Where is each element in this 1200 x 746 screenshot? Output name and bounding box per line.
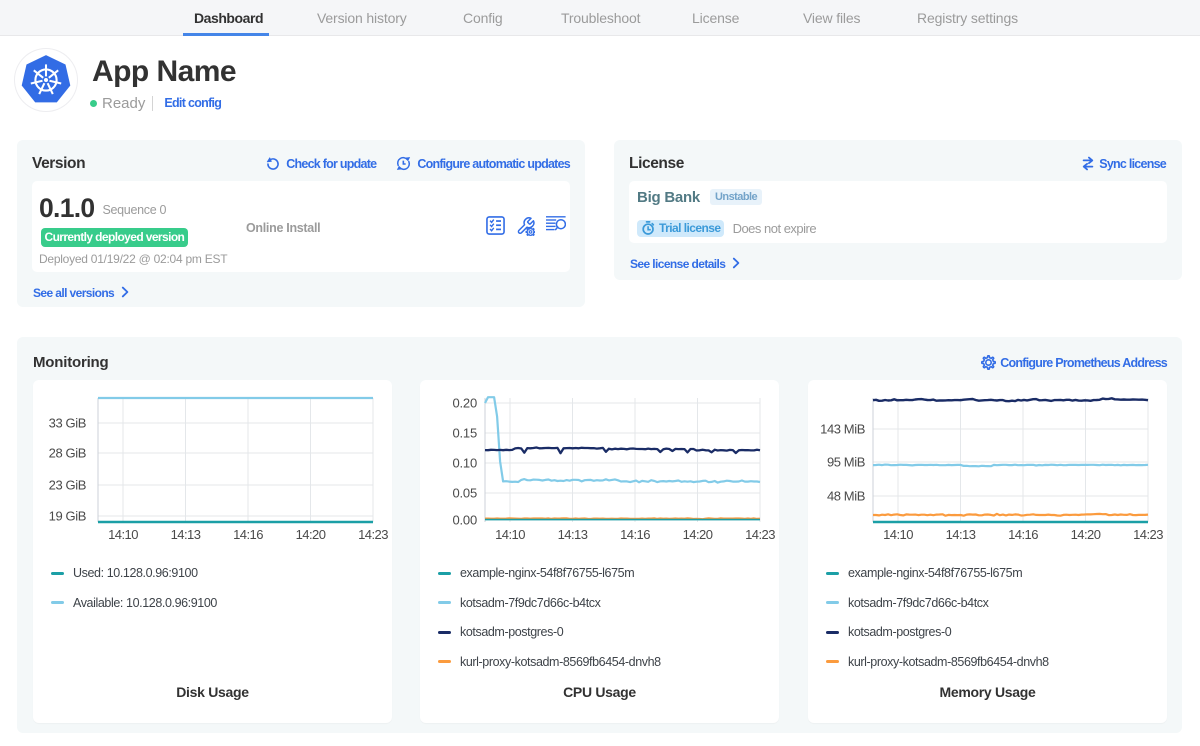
svg-text:33 GiB: 33 GiB [49, 416, 86, 431]
svg-text:143 MiB: 143 MiB [820, 422, 865, 437]
svg-text:28 GiB: 28 GiB [49, 446, 86, 461]
svg-text:48 MiB: 48 MiB [827, 489, 865, 504]
svg-text:14:13: 14:13 [558, 527, 588, 542]
svg-text:14:23: 14:23 [1133, 527, 1163, 542]
svg-text:0.00: 0.00 [452, 513, 477, 528]
svg-text:14:16: 14:16 [620, 527, 650, 542]
svg-text:0.20: 0.20 [452, 396, 477, 411]
svg-text:14:13: 14:13 [946, 527, 976, 542]
svg-text:14:16: 14:16 [233, 527, 263, 542]
svg-text:95 MiB: 95 MiB [827, 455, 865, 470]
svg-text:14:20: 14:20 [1071, 527, 1101, 542]
svg-text:14:13: 14:13 [171, 527, 201, 542]
svg-text:14:23: 14:23 [358, 527, 388, 542]
svg-text:14:10: 14:10 [108, 527, 138, 542]
svg-text:14:20: 14:20 [296, 527, 326, 542]
svg-text:23 GiB: 23 GiB [49, 478, 86, 493]
svg-text:14:16: 14:16 [1008, 527, 1038, 542]
svg-text:0.15: 0.15 [452, 426, 477, 441]
svg-text:14:10: 14:10 [883, 527, 913, 542]
svg-text:14:10: 14:10 [495, 527, 525, 542]
svg-text:0.05: 0.05 [452, 486, 477, 501]
svg-text:0.10: 0.10 [452, 456, 477, 471]
svg-text:19 GiB: 19 GiB [49, 509, 86, 524]
svg-text:14:23: 14:23 [745, 527, 775, 542]
svg-text:14:20: 14:20 [683, 527, 713, 542]
